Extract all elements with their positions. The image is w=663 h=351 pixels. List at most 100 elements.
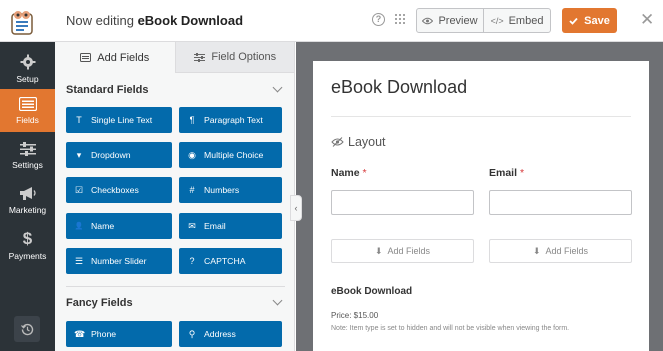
field-button-label: Phone [91, 329, 117, 339]
nav-label-fields: Fields [16, 114, 39, 125]
question-icon: ? [189, 256, 195, 266]
tab-add-fields-label: Add Fields [97, 51, 150, 64]
price-text: Price: $15.00 [331, 311, 379, 320]
field-button-label: CAPTCHA [204, 256, 246, 266]
paragraph-icon: ¶ [189, 115, 195, 125]
layout-field[interactable]: Layout [331, 135, 386, 149]
form-preview: eBook Download Layout Name * Email * ⬇ A… [313, 61, 649, 351]
map-pin-icon: ⚲ [188, 328, 196, 339]
field-button-label: Email [204, 221, 226, 231]
nav-label-payments: Payments [8, 251, 47, 261]
nav-item-fields[interactable]: Fields [0, 89, 55, 132]
required-mark: * [519, 167, 525, 179]
close-icon[interactable]: ✕ [640, 11, 654, 29]
field-button-phone[interactable]: ☎ Phone [66, 321, 172, 347]
sliders-icon [19, 141, 36, 156]
slider-icon: ☰ [74, 255, 84, 266]
layout-label: Layout [348, 135, 386, 149]
field-button-label: Dropdown [91, 150, 131, 160]
options-sliders-icon [194, 52, 206, 62]
left-nav: Setup Fields Settings Marketing $ Paymen… [0, 42, 55, 351]
save-label: Save [584, 14, 610, 27]
download-arrow-icon: ⬇ [374, 245, 383, 256]
field-button-email[interactable]: ✉ Email [179, 213, 282, 239]
field-button-checkboxes[interactable]: ☑ Checkboxes [66, 177, 172, 203]
wpforms-logo-icon [11, 11, 33, 35]
hash-icon: # [189, 185, 195, 195]
nav-item-settings[interactable]: Settings [0, 134, 55, 177]
standard-fields-heading: Standard Fields [66, 84, 149, 96]
ebook-item-label: eBook Download [331, 286, 413, 297]
preview-label: Preview [438, 14, 478, 27]
chevron-down-icon[interactable] [272, 82, 283, 93]
field-button-captcha[interactable]: ? CAPTCHA [179, 248, 282, 274]
tab-field-options[interactable]: Field Options [175, 42, 294, 73]
user-icon: 👤 [74, 223, 84, 230]
field-button-address[interactable]: ⚲ Address [179, 321, 282, 347]
nav-label-marketing: Marketing [8, 205, 47, 215]
field-button-label: Checkboxes [91, 185, 139, 195]
title-prefix: Now editing [66, 13, 134, 28]
field-button-label: Name [91, 221, 115, 231]
code-icon: </> [490, 15, 504, 26]
megaphone-icon [19, 187, 36, 200]
field-button-dropdown[interactable]: ▾ Dropdown [66, 142, 172, 168]
field-button-label: Number Slider [91, 256, 147, 266]
help-icon[interactable]: ? [372, 13, 385, 26]
hidden-item-note: Note: Item type is set to hidden and wil… [331, 325, 570, 332]
eye-icon [422, 17, 434, 24]
email-field-label: Email * [489, 167, 524, 179]
field-button-label: Address [204, 329, 236, 339]
text-icon: T [76, 115, 82, 125]
collapse-panel-button[interactable]: ‹ [290, 195, 302, 221]
add-fields-dropzone-left[interactable]: ⬇ Add Fields [331, 239, 474, 263]
download-arrow-icon: ⬇ [532, 245, 541, 256]
name-label-text: Name [331, 167, 360, 179]
dollar-icon: $ [22, 229, 33, 248]
envelope-icon: ✉ [188, 220, 196, 231]
field-button-numbers[interactable]: # Numbers [179, 177, 282, 203]
check-icon [569, 17, 578, 25]
tab-add-fields[interactable]: Add Fields [55, 42, 176, 73]
name-input[interactable] [331, 190, 474, 215]
preview-button[interactable]: Preview [417, 9, 483, 32]
panel-tabs: Add Fields Field Options [55, 42, 294, 73]
fields-panel: Add Fields Field Options Standard Fields… [55, 42, 295, 351]
required-mark: * [362, 167, 367, 179]
chevron-down-icon[interactable] [272, 295, 283, 306]
tab-field-options-label: Field Options [211, 51, 277, 63]
title-form-name: eBook Download [137, 13, 244, 28]
field-button-single-line-text[interactable]: T Single Line Text [66, 107, 172, 133]
field-button-name[interactable]: 👤 Name [66, 213, 172, 239]
nav-item-setup[interactable]: Setup [0, 47, 55, 90]
embed-button[interactable]: </> Embed [483, 9, 550, 32]
save-button[interactable]: Save [562, 8, 617, 33]
name-field-label: Name * [331, 167, 367, 179]
field-button-label: Numbers [204, 185, 240, 195]
radio-icon: ◉ [188, 149, 196, 160]
list-icon [80, 53, 92, 62]
nav-label-setup: Setup [16, 73, 39, 84]
nav-item-marketing[interactable]: Marketing [0, 179, 55, 222]
phone-icon: ☎ [74, 328, 86, 339]
layout-eye-slash-icon [331, 137, 344, 147]
add-fields-dropzone-right[interactable]: ⬇ Add Fields [489, 239, 632, 263]
nav-item-payments[interactable]: $ Payments [0, 224, 55, 267]
field-button-number-slider[interactable]: ☰ Number Slider [66, 248, 172, 274]
email-input[interactable] [489, 190, 632, 215]
chevron-left-icon: ‹ [294, 203, 298, 213]
field-button-paragraph-text[interactable]: ¶ Paragraph Text [179, 107, 282, 133]
form-title: eBook Download [331, 77, 468, 97]
gear-icon [20, 54, 35, 69]
field-button-label: Paragraph Text [204, 115, 263, 125]
add-fields-label: Add Fields [545, 246, 589, 256]
revisions-history-button[interactable] [14, 316, 40, 342]
title-divider [331, 116, 631, 117]
grid-icon[interactable] [395, 14, 405, 25]
fields-list-icon [18, 96, 37, 111]
field-button-multiple-choice[interactable]: ◉ Multiple Choice [179, 142, 282, 168]
embed-label: Embed [508, 14, 544, 27]
top-bar: Now editing eBook Download ? Preview </>… [0, 0, 663, 42]
field-button-label: Multiple Choice [204, 150, 264, 160]
checkbox-icon: ☑ [74, 184, 84, 195]
